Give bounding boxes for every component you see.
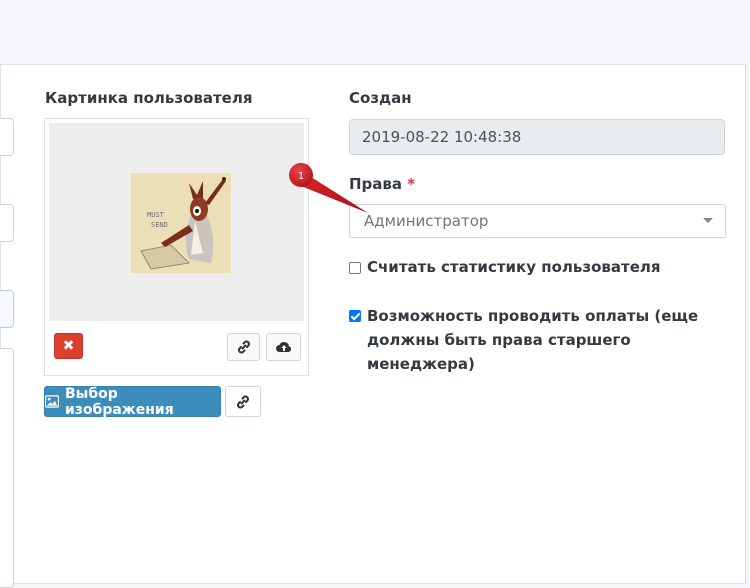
left-field-2[interactable] [0,204,14,242]
rights-selected-value: Администратор [364,212,489,230]
image-upload-button[interactable] [266,333,301,361]
stats-checkbox-row[interactable]: Считать статистику пользователя [349,258,660,276]
created-input[interactable]: 2019-08-22 10:48:38 [349,119,725,155]
rights-label-text: Права [349,175,403,193]
svg-text:MUST: MUST [147,211,165,219]
stats-checkbox[interactable] [349,262,361,274]
left-field-3[interactable] [0,290,14,328]
image-link-button[interactable] [227,333,260,361]
left-field-4[interactable] [0,348,14,588]
user-avatar-image: MUST SEND [131,173,231,273]
remove-image-button[interactable]: ✖ [54,333,83,359]
choose-image-link-button[interactable] [225,386,261,417]
chevron-down-icon [703,218,713,223]
svg-text:SEND: SEND [151,221,168,229]
required-marker: * [407,175,416,193]
link-icon [237,340,250,354]
stats-checkbox-label: Считать статистику пользователя [367,258,661,276]
payments-checkbox[interactable] [349,310,361,322]
close-icon: ✖ [62,338,75,354]
image-preview-area: MUST SEND [49,123,304,321]
rights-label: Права * [349,175,415,193]
top-bar [0,0,750,64]
picture-label: Картинка пользователя [45,89,253,107]
created-label: Создан [349,89,412,107]
image-icon [45,395,59,408]
choose-image-label: Выбор изображения [64,385,174,418]
rights-select[interactable]: Администратор [349,204,726,238]
payments-checkbox-row[interactable]: Возможность проводить оплаты (еще должны… [349,306,737,376]
left-field-1[interactable] [0,118,14,156]
cloud-upload-icon [275,342,291,352]
choose-image-button[interactable]: Выбор изображения [44,385,221,418]
link-icon [237,395,249,408]
payments-checkbox-label: Возможность проводить оплаты (еще должны… [367,307,699,373]
image-preview-panel: MUST SEND ✖ [44,118,309,376]
